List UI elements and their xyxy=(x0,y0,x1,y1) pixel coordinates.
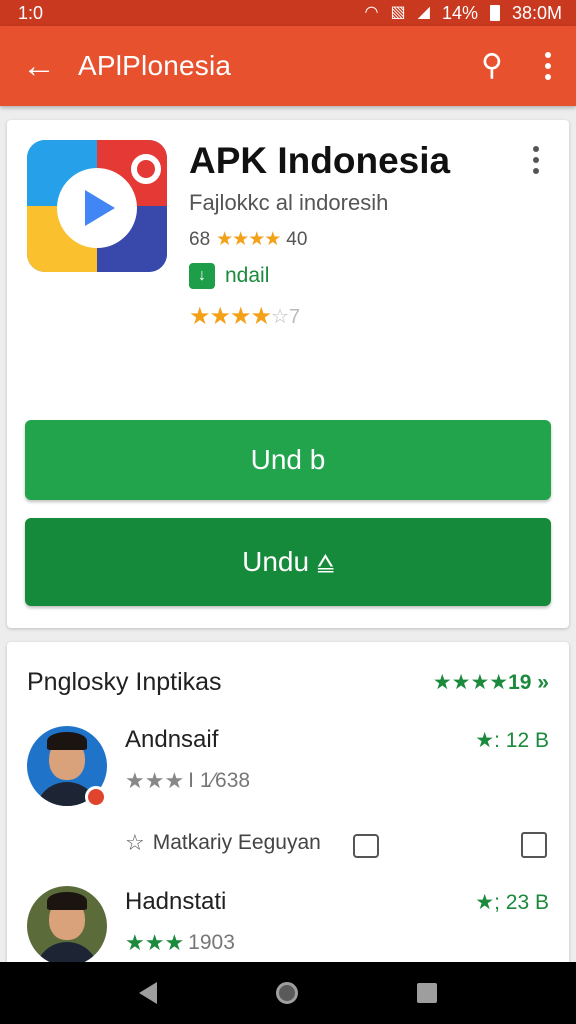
review-meta-text: I 1⁄638 xyxy=(188,769,251,792)
reviews-card: Pnglosky Inptikas ★★★★19 » Andnsaif ★★★ … xyxy=(7,642,569,972)
status-bar: 1:0 ◠ ▧ ◢ 14% 38:0M xyxy=(0,0,576,26)
stars-filled: ★★★★ xyxy=(189,303,272,330)
wifi-icon: ◠ xyxy=(364,4,379,21)
reviews-heading: Pnglosky Inptikas xyxy=(27,668,222,696)
app-detail-card: APK Indonesia Fajlokkc al indoresih 68 ★… xyxy=(7,120,569,628)
search-icon[interactable]: ⚲ xyxy=(464,51,520,81)
reviewer-name: Hadnstati xyxy=(125,888,227,915)
rating-stars: ★★★★ xyxy=(216,229,281,250)
rating-suffix: 40 xyxy=(286,228,308,250)
download-icon: ↓ xyxy=(189,263,215,289)
nav-recents-icon[interactable] xyxy=(416,983,437,1003)
download-button-primary[interactable]: Und b xyxy=(25,420,551,500)
app-stars: ★★★★ ☆7 xyxy=(189,302,300,331)
star-outline-icon: ☆ xyxy=(125,830,145,855)
review-stars: ★★★ xyxy=(125,768,185,793)
nav-home-icon[interactable] xyxy=(275,982,298,1004)
review-meta: ★★★ 1903 xyxy=(125,930,235,956)
app-subtitle: Fajlokkc al indoresih xyxy=(189,190,389,215)
review-meta-text: 1903 xyxy=(188,931,235,954)
app-logo-icon xyxy=(27,140,167,272)
reviews-overall-rating[interactable]: ★★★★19 » xyxy=(433,670,549,695)
status-time: 1:0 xyxy=(18,2,44,23)
rating-prefix: 68 xyxy=(189,228,211,250)
system-nav-bar xyxy=(0,962,576,1024)
toolbar-title: APlPlonesia xyxy=(78,50,232,81)
reviewer-name: Andnsaif xyxy=(125,726,219,753)
back-arrow-icon[interactable]: ← xyxy=(0,49,78,83)
helpful-label: Matkariy Eeguyan xyxy=(152,831,321,854)
more-vert-icon[interactable] xyxy=(520,52,576,80)
helpful-row[interactable]: ☆ Matkariy Eeguyan xyxy=(125,830,321,856)
review-stars: ★★★ xyxy=(125,930,185,955)
flag-icon[interactable] xyxy=(521,832,547,858)
thumbs-up-icon[interactable] xyxy=(353,834,379,858)
stars-partial: ☆7 xyxy=(271,306,301,328)
app-more-icon[interactable] xyxy=(533,146,539,174)
download-info: ↓ ndail xyxy=(189,263,269,289)
app-rating-line: 68 ★★★★ 40 xyxy=(189,228,307,251)
status-clock: 38:0M xyxy=(511,2,562,23)
no-sim-icon: ▧ xyxy=(390,4,406,21)
app-name: APK Indonesia xyxy=(189,140,451,181)
nav-back-icon[interactable] xyxy=(139,982,158,1004)
avatar-badge-icon xyxy=(85,786,107,808)
review-score: ★: 12 B xyxy=(475,729,549,752)
review-meta: ★★★ I 1⁄638 xyxy=(125,768,250,794)
download-label: ndail xyxy=(225,264,270,287)
avatar[interactable] xyxy=(27,886,107,966)
battery-percent: 14% xyxy=(441,2,478,23)
battery-icon xyxy=(489,5,500,21)
download-button-secondary[interactable]: Undu ⩠ xyxy=(25,518,551,606)
app-toolbar: ← APlPlonesia ⚲ xyxy=(0,26,576,106)
signal-icon: ◢ xyxy=(417,4,430,21)
status-icons: ◠ ▧ ◢ 14% 38:0M xyxy=(365,3,562,24)
review-score: ★; 23 B xyxy=(475,891,549,914)
